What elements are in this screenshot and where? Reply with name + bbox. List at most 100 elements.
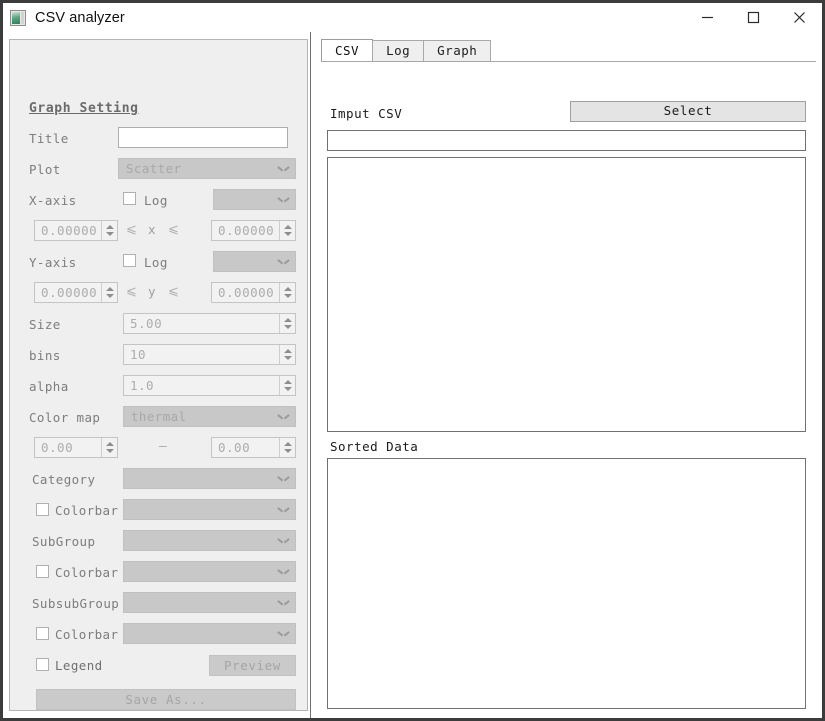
- colormap-max-value: 0.00: [218, 440, 251, 455]
- x-cmp-right: ⩽: [168, 222, 179, 237]
- alpha-stepper[interactable]: 1.0: [123, 375, 296, 396]
- y-max-stepper-buttons[interactable]: [279, 283, 294, 302]
- graph-settings-panel: Graph Setting Title Plot Scatter X-axis …: [9, 39, 308, 711]
- title-bar: CSV analyzer: [3, 3, 822, 32]
- main-content: Graph Setting Title Plot Scatter X-axis …: [3, 32, 822, 718]
- colormap-min-stepper-buttons[interactable]: [101, 438, 116, 457]
- input-csv-label: Imput CSV: [330, 106, 403, 121]
- alpha-label: alpha: [29, 379, 69, 394]
- subsubgroup-colorbar-select[interactable]: [123, 623, 296, 644]
- x-min-value: 0.00000: [41, 223, 98, 238]
- save-as-button[interactable]: Save As...: [36, 689, 296, 710]
- y-axis-log-label: Log: [144, 255, 168, 270]
- panel-splitter[interactable]: [309, 32, 314, 718]
- size-value: 5.00: [130, 316, 163, 331]
- y-min-value: 0.00000: [41, 285, 98, 300]
- preview-button[interactable]: Preview: [209, 655, 296, 676]
- graph-setting-heading: Graph Setting: [29, 101, 139, 116]
- y-cmp-right: ⩽: [168, 284, 179, 299]
- csv-preview-area[interactable]: [327, 157, 806, 432]
- category-select[interactable]: [123, 468, 296, 489]
- sorted-data-area[interactable]: [327, 458, 806, 709]
- x-axis-column-select[interactable]: [213, 189, 296, 210]
- y-min-stepper[interactable]: 0.00000: [34, 282, 118, 303]
- bins-value: 10: [130, 347, 147, 362]
- y-max-stepper[interactable]: 0.00000: [211, 282, 296, 303]
- chart-image-icon: [10, 9, 26, 26]
- colormap-min-stepper[interactable]: 0.00: [34, 437, 118, 458]
- window-controls: [684, 3, 822, 32]
- chevron-down-icon: [279, 600, 288, 605]
- csv-path-input[interactable]: [327, 130, 806, 151]
- plot-type-value: Scatter: [126, 161, 182, 176]
- colormap-min-value: 0.00: [41, 440, 74, 455]
- chevron-down-icon: [279, 507, 288, 512]
- y-cmp-left: ⩽: [126, 284, 137, 299]
- app-window: CSV analyzer Graph Setting Title Plot Sc…: [0, 0, 825, 721]
- select-file-button[interactable]: Select: [570, 101, 806, 122]
- chevron-down-icon: [279, 569, 288, 574]
- x-variable-label: x: [148, 222, 156, 237]
- size-stepper-buttons[interactable]: [279, 314, 294, 333]
- minimize-icon[interactable]: [684, 3, 730, 32]
- category-colorbar-select[interactable]: [123, 499, 296, 520]
- category-colorbar-label: Colorbar: [55, 503, 119, 518]
- tab-graph[interactable]: Graph: [423, 40, 492, 61]
- chevron-down-icon: [279, 259, 288, 264]
- colormap-range-separator: —: [159, 439, 167, 454]
- colormap-max-stepper[interactable]: 0.00: [211, 437, 296, 458]
- subgroup-colorbar-select[interactable]: [123, 561, 296, 582]
- y-axis-log-checkbox[interactable]: [123, 254, 136, 267]
- title-input[interactable]: [118, 127, 288, 148]
- y-max-value: 0.00000: [218, 285, 275, 300]
- legend-checkbox[interactable]: [36, 658, 49, 671]
- csv-tab-pane: Imput CSV Select Sorted Data: [321, 61, 816, 711]
- size-label: Size: [29, 317, 61, 332]
- color-map-value: thermal: [131, 409, 187, 424]
- subgroup-select[interactable]: [123, 530, 296, 551]
- subsubgroup-select[interactable]: [123, 592, 296, 613]
- subgroup-colorbar-label: Colorbar: [55, 565, 119, 580]
- chevron-down-icon: [279, 538, 288, 543]
- tab-log[interactable]: Log: [372, 40, 425, 61]
- subsubgroup-colorbar-label: Colorbar: [55, 627, 119, 642]
- x-max-stepper-buttons[interactable]: [279, 221, 294, 240]
- x-min-stepper[interactable]: 0.00000: [34, 220, 118, 241]
- colormap-max-stepper-buttons[interactable]: [279, 438, 294, 457]
- subgroup-colorbar-checkbox[interactable]: [36, 565, 49, 578]
- x-max-value: 0.00000: [218, 223, 275, 238]
- y-axis-column-select[interactable]: [213, 251, 296, 272]
- plot-label: Plot: [29, 162, 61, 177]
- category-colorbar-checkbox[interactable]: [36, 503, 49, 516]
- chevron-down-icon: [279, 197, 288, 202]
- bins-stepper-buttons[interactable]: [279, 345, 294, 364]
- tab-csv[interactable]: CSV: [321, 39, 374, 62]
- close-icon[interactable]: [776, 3, 822, 32]
- color-map-select[interactable]: thermal: [123, 406, 296, 427]
- bins-label: bins: [29, 348, 61, 363]
- alpha-stepper-buttons[interactable]: [279, 376, 294, 395]
- bins-stepper[interactable]: 10: [123, 344, 296, 365]
- x-axis-label: X-axis: [29, 193, 77, 208]
- y-variable-label: y: [148, 284, 156, 299]
- y-min-stepper-buttons[interactable]: [101, 283, 116, 302]
- color-map-label: Color map: [29, 410, 101, 425]
- tab-bar: CSV Log Graph: [321, 39, 492, 62]
- x-cmp-left: ⩽: [126, 222, 137, 237]
- chevron-down-icon: [279, 631, 288, 636]
- csv-panel: CSV Log Graph Imput CSV Select Sorted Da…: [315, 32, 822, 718]
- category-label: Category: [32, 472, 96, 487]
- title-label: Title: [29, 131, 69, 146]
- subsubgroup-colorbar-checkbox[interactable]: [36, 627, 49, 640]
- x-min-stepper-buttons[interactable]: [101, 221, 116, 240]
- alpha-value: 1.0: [130, 378, 155, 393]
- sorted-data-label: Sorted Data: [330, 439, 419, 454]
- plot-type-select[interactable]: Scatter: [118, 158, 296, 179]
- x-max-stepper[interactable]: 0.00000: [211, 220, 296, 241]
- chevron-down-icon: [279, 414, 288, 419]
- maximize-icon[interactable]: [730, 3, 776, 32]
- size-stepper[interactable]: 5.00: [123, 313, 296, 334]
- x-axis-log-checkbox[interactable]: [123, 192, 136, 205]
- subgroup-label: SubGroup: [32, 534, 96, 549]
- legend-label: Legend: [55, 658, 103, 673]
